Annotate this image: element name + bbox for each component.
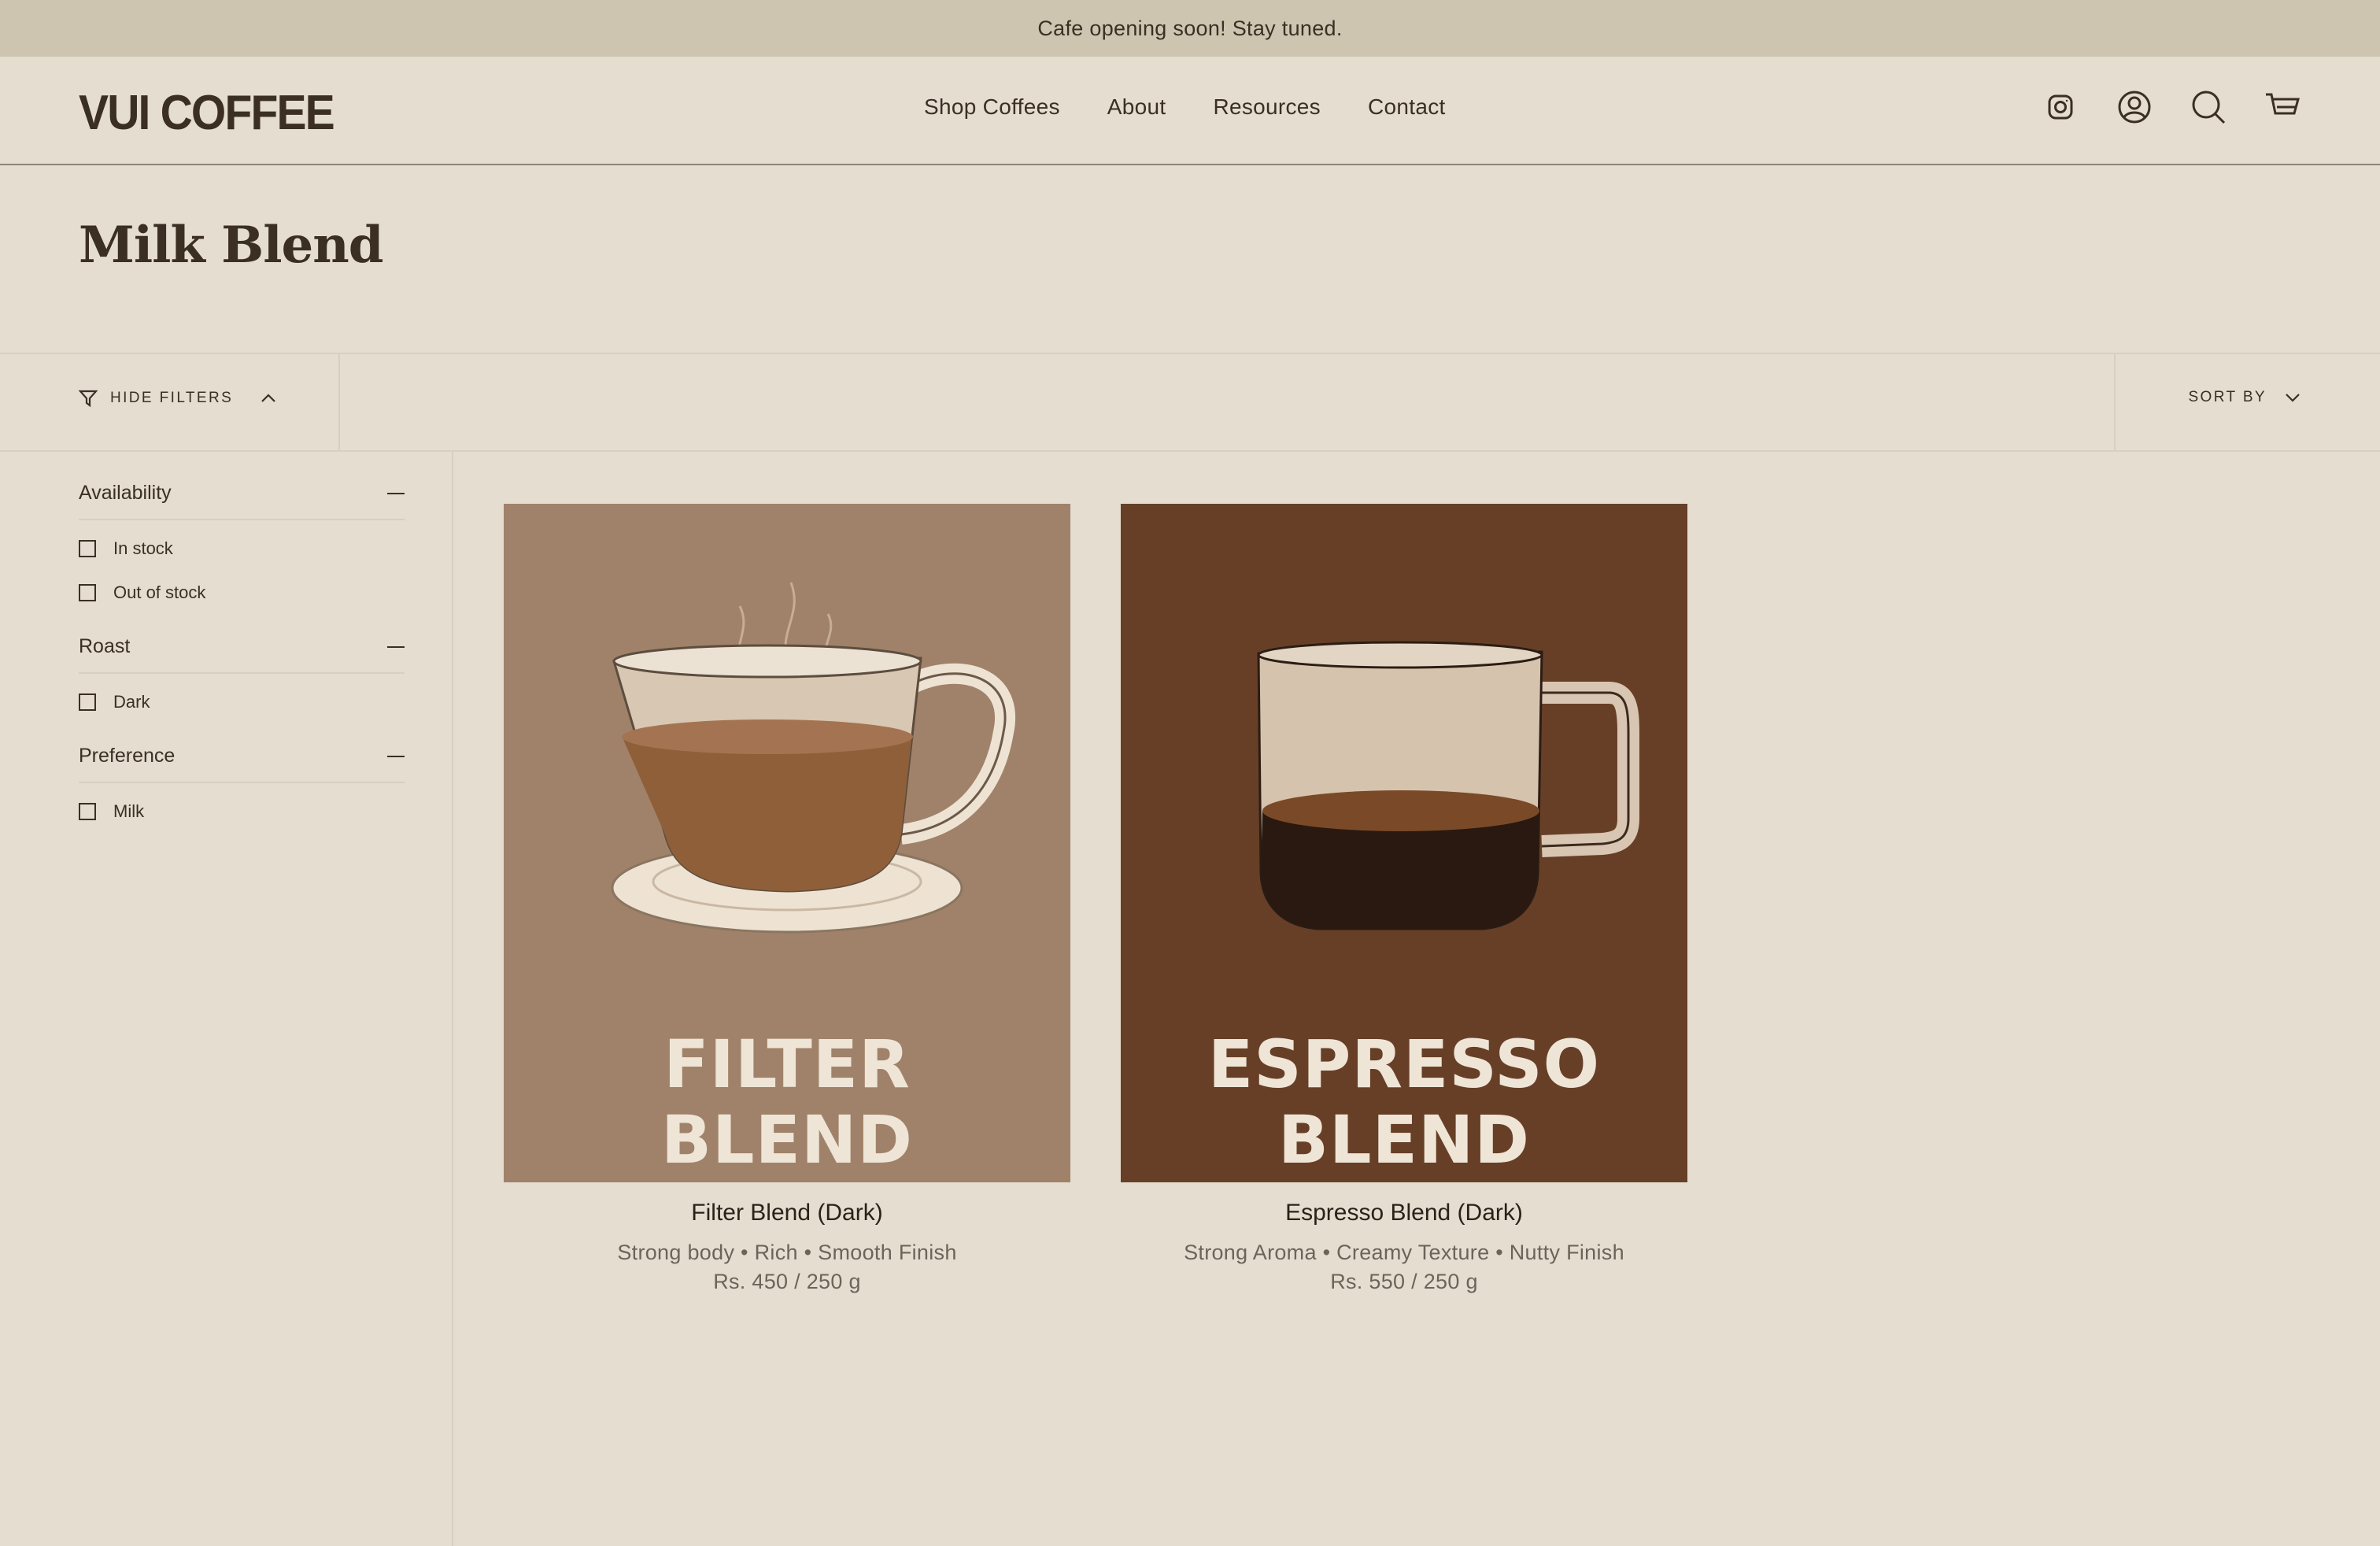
filter-title: Roast [79, 635, 131, 657]
image-title: FILTER BLEND [661, 1026, 913, 1178]
filter-option-in-stock[interactable]: In stock [79, 536, 405, 561]
minus-icon [387, 492, 405, 494]
filter-option-dark[interactable]: Dark [79, 690, 405, 715]
filters-sidebar: Availability In stock Out of stock Roast… [79, 482, 405, 854]
product-title[interactable]: Espresso Blend (Dark) [1121, 1200, 1687, 1226]
product-card[interactable]: ESPRESSO BLEND Espresso Blend (Dark) Str… [1121, 504, 1687, 1294]
option-label: Dark [113, 692, 150, 712]
toolbar-divider [2114, 354, 2116, 450]
checkbox[interactable] [79, 693, 96, 711]
main-nav: Shop Coffees About Resources Contact [924, 94, 1446, 120]
product-title[interactable]: Filter Blend (Dark) [504, 1200, 1070, 1226]
chevron-up-icon [261, 394, 275, 402]
brand-logo[interactable]: VUI COFFEE [79, 85, 335, 141]
product-description: Strong Aroma • Creamy Texture • Nutty Fi… [1184, 1241, 1624, 1264]
option-label: Out of stock [113, 583, 206, 602]
announcement-text: Cafe opening soon! Stay tuned. [1037, 16, 1343, 40]
toolbar-divider [338, 354, 340, 450]
filter-title: Availability [79, 482, 172, 504]
chevron-down-icon [2286, 394, 2300, 402]
option-label: Milk [113, 801, 145, 821]
checkbox[interactable] [79, 540, 96, 557]
announcement-bar: Cafe opening soon! Stay tuned. [0, 0, 2380, 57]
product-price: Rs. 550 / 250 g [1330, 1270, 1478, 1293]
filter-icon [79, 390, 98, 408]
nav-shop-coffees[interactable]: Shop Coffees [924, 94, 1060, 120]
hide-filters-label: HIDE FILTERS [110, 390, 234, 406]
product-image[interactable]: FILTER BLEND [504, 504, 1070, 1182]
account-icon[interactable] [2116, 88, 2153, 126]
collection-toolbar: HIDE FILTERS SORT BY [0, 353, 2380, 452]
sidebar-divider [452, 452, 453, 1546]
checkbox[interactable] [79, 803, 96, 820]
filter-option-out-of-stock[interactable]: Out of stock [79, 580, 405, 605]
header-icons [2042, 88, 2301, 126]
hide-filters-button[interactable]: HIDE FILTERS [79, 389, 277, 408]
filter-group-roast: Roast Dark [79, 635, 405, 715]
filter-toggle-preference[interactable]: Preference [79, 745, 405, 783]
cart-icon[interactable] [2264, 88, 2301, 126]
sort-by-button[interactable]: SORT BY [2188, 389, 2301, 406]
minus-icon [387, 755, 405, 757]
nav-resources[interactable]: Resources [1213, 94, 1321, 120]
filter-group-preference: Preference Milk [79, 745, 405, 824]
filter-title: Preference [79, 745, 176, 767]
page-title: Milk Blend [79, 216, 383, 275]
product-card[interactable]: FILTER BLEND Filter Blend (Dark) Strong … [504, 504, 1070, 1294]
product-price: Rs. 450 / 250 g [713, 1270, 861, 1293]
filter-group-availability: Availability In stock Out of stock [79, 482, 405, 605]
image-title: ESPRESSO BLEND [1207, 1026, 1601, 1178]
search-icon[interactable] [2190, 88, 2227, 126]
checkbox[interactable] [79, 584, 96, 601]
product-grid: FILTER BLEND Filter Blend (Dark) Strong … [504, 504, 1687, 1294]
site-header: VUI COFFEE Shop Coffees About Resources … [0, 57, 2380, 165]
nav-about[interactable]: About [1107, 94, 1166, 120]
option-label: In stock [113, 538, 173, 558]
filter-toggle-availability[interactable]: Availability [79, 482, 405, 520]
minus-icon [387, 645, 405, 648]
filter-option-milk[interactable]: Milk [79, 799, 405, 824]
instagram-icon[interactable] [2042, 88, 2079, 126]
product-image[interactable]: ESPRESSO BLEND [1121, 504, 1687, 1182]
product-description: Strong body • Rich • Smooth Finish [617, 1241, 957, 1264]
sort-by-label: SORT BY [2188, 389, 2267, 405]
nav-contact[interactable]: Contact [1368, 94, 1446, 120]
filter-toggle-roast[interactable]: Roast [79, 635, 405, 674]
